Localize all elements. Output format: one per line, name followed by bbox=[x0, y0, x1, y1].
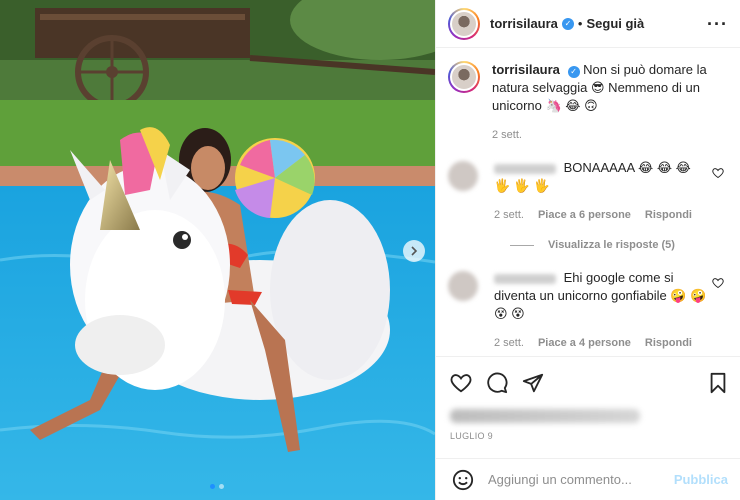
author-avatar[interactable] bbox=[448, 7, 480, 40]
post-header: torrisilaura ✓ • Segui già ··· bbox=[436, 0, 740, 48]
like-heart-icon[interactable] bbox=[450, 372, 472, 394]
view-replies-button[interactable]: Visualizza le risposte (5) bbox=[510, 239, 728, 251]
follow-state-button[interactable]: Segui già bbox=[586, 16, 644, 31]
next-slide-button[interactable] bbox=[403, 240, 425, 262]
author-avatar[interactable] bbox=[448, 61, 480, 93]
comment-age: 2 sett. bbox=[494, 337, 524, 349]
verified-badge-icon: ✓ bbox=[561, 17, 574, 30]
author-username[interactable]: torrisilaura bbox=[490, 16, 558, 31]
likes-summary[interactable] bbox=[450, 409, 728, 423]
more-horizontal-icon[interactable]: ··· bbox=[707, 15, 728, 33]
unicorn-pool-image bbox=[0, 0, 435, 500]
commenter-avatar[interactable] bbox=[448, 161, 478, 191]
carousel-dot bbox=[210, 484, 215, 489]
comments-list[interactable]: torrisilaura ✓ Non si può domare la natu… bbox=[436, 49, 740, 356]
commenter-avatar[interactable] bbox=[448, 271, 478, 301]
heart-icon[interactable] bbox=[712, 167, 724, 179]
bookmark-icon[interactable] bbox=[708, 372, 728, 394]
post-caption: torrisilaura ✓ Non si può domare la natu… bbox=[448, 49, 728, 141]
caption-username[interactable]: torrisilaura bbox=[492, 62, 560, 77]
emoji-smiley-icon[interactable] bbox=[452, 469, 474, 491]
header-separator: • bbox=[577, 16, 583, 31]
reply-button[interactable]: Rispondi bbox=[645, 209, 692, 221]
verified-badge-icon: ✓ bbox=[567, 66, 580, 78]
commenter-username[interactable] bbox=[494, 273, 556, 284]
comment-item: Ehi google come si diventa un unicorno g… bbox=[448, 269, 728, 349]
comment-bubble-icon[interactable] bbox=[486, 372, 508, 394]
post-actions: LUGLIO 9 bbox=[436, 356, 740, 441]
heart-icon[interactable] bbox=[712, 277, 724, 289]
comment-item: BONAAAAA 😂 😂 😂 🖐 🖐 🖐 2 sett. Piace a 6 p… bbox=[448, 159, 728, 221]
view-replies-label[interactable]: Visualizza le risposte (5) bbox=[548, 239, 675, 251]
post-date: LUGLIO 9 bbox=[450, 431, 493, 441]
add-comment-bar: Pubblica bbox=[436, 458, 740, 500]
comment-age: 2 sett. bbox=[494, 209, 524, 221]
blurred-likes-text bbox=[450, 409, 640, 423]
post-photo[interactable] bbox=[0, 0, 435, 500]
replies-divider bbox=[510, 244, 534, 246]
caption-age: 2 sett. bbox=[492, 129, 522, 141]
comment-input[interactable] bbox=[488, 472, 674, 487]
reply-button[interactable]: Rispondi bbox=[645, 337, 692, 349]
share-paper-plane-icon[interactable] bbox=[522, 372, 544, 394]
post-side-panel: torrisilaura ✓ • Segui già ··· torrisila… bbox=[435, 0, 740, 500]
comment-likes[interactable]: Piace a 6 persone bbox=[538, 209, 631, 221]
publish-button[interactable]: Pubblica bbox=[674, 472, 728, 487]
carousel-dot bbox=[219, 484, 224, 489]
comment-likes[interactable]: Piace a 4 persone bbox=[538, 337, 631, 349]
carousel-dots bbox=[210, 484, 224, 489]
chevron-right-icon bbox=[411, 246, 418, 256]
commenter-username[interactable] bbox=[494, 163, 556, 174]
